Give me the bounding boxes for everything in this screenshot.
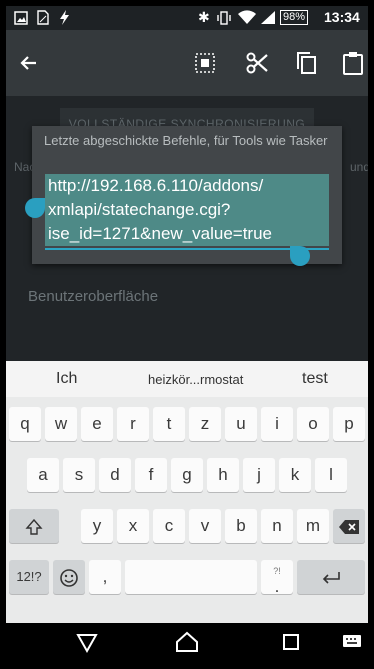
- key-i[interactable]: i: [261, 407, 293, 441]
- phone-screen: ✱ 98% 13:34 VOLLSTÄNDIGE SYNCHRONISIERUN…: [6, 6, 368, 663]
- period-key-label: .: [274, 577, 280, 596]
- paste-icon[interactable]: [338, 48, 368, 78]
- suggestion-1[interactable]: Ich: [56, 370, 77, 388]
- gallery-icon: [14, 11, 28, 25]
- key-f[interactable]: f: [135, 458, 167, 492]
- key-g[interactable]: g: [171, 458, 203, 492]
- clock: 13:34: [324, 9, 360, 25]
- url-line-2: xmlapi/statechange.cgi?: [48, 200, 231, 219]
- document-icon: [37, 10, 49, 25]
- suggestion-3[interactable]: test: [302, 370, 328, 388]
- key-q[interactable]: q: [9, 407, 41, 441]
- comma-key[interactable]: ,: [89, 560, 121, 594]
- url-line-1: http://192.168.6.110/addons/: [48, 176, 264, 195]
- suggestion-bar: Ich heizkör...rmostat test: [6, 361, 368, 397]
- home-nav-icon[interactable]: [174, 629, 200, 655]
- section-user-interface[interactable]: Benutzeroberfläche: [28, 288, 158, 305]
- key-j[interactable]: j: [243, 458, 275, 492]
- shift-icon: [25, 518, 43, 535]
- soft-keyboard: Ich heizkör...rmostat test q w e r t z u…: [6, 361, 368, 623]
- key-v[interactable]: v: [189, 509, 221, 543]
- field-underline: [45, 248, 329, 250]
- enter-icon: [322, 571, 340, 584]
- signal-icon: [261, 11, 275, 24]
- key-d[interactable]: d: [99, 458, 131, 492]
- navigation-bar: [6, 623, 368, 663]
- key-c[interactable]: c: [153, 509, 185, 543]
- space-key[interactable]: [125, 560, 257, 594]
- emoji-icon: [60, 568, 78, 587]
- key-b[interactable]: b: [225, 509, 257, 543]
- back-arrow-icon[interactable]: [14, 48, 44, 78]
- action-bar: [6, 30, 368, 96]
- key-n[interactable]: n: [261, 509, 293, 543]
- key-m[interactable]: m: [297, 509, 329, 543]
- charging-icon: [60, 10, 69, 25]
- key-l[interactable]: l: [315, 458, 347, 492]
- url-line-3: ise_id=1271&new_value=true: [48, 224, 273, 243]
- selection-start-handle[interactable]: [25, 198, 45, 218]
- status-bar: ✱ 98% 13:34: [6, 6, 368, 30]
- back-nav-icon[interactable]: [74, 629, 100, 655]
- shift-key[interactable]: [9, 509, 59, 543]
- cut-icon[interactable]: [242, 48, 272, 78]
- symbols-key[interactable]: 12!?: [9, 560, 49, 594]
- keyboard-switch-icon[interactable]: [342, 633, 362, 651]
- key-h[interactable]: h: [207, 458, 239, 492]
- key-o[interactable]: o: [297, 407, 329, 441]
- recents-nav-icon[interactable]: [278, 629, 304, 655]
- key-w[interactable]: w: [45, 407, 77, 441]
- backspace-key[interactable]: [333, 509, 365, 543]
- key-r[interactable]: r: [117, 407, 149, 441]
- key-e[interactable]: e: [81, 407, 113, 441]
- wifi-icon: [238, 10, 256, 24]
- key-x[interactable]: x: [117, 509, 149, 543]
- key-k[interactable]: k: [279, 458, 311, 492]
- key-s[interactable]: s: [63, 458, 95, 492]
- emoji-key[interactable]: [53, 560, 85, 594]
- selection-end-handle[interactable]: [290, 246, 310, 266]
- vibrate-icon: [217, 11, 231, 25]
- battery-indicator: 98%: [280, 10, 309, 25]
- enter-key[interactable]: [297, 560, 365, 594]
- dialog-title: Letzte abgeschickte Befehle, für Tools w…: [44, 133, 328, 148]
- recent-commands-dialog: Letzte abgeschickte Befehle, für Tools w…: [32, 126, 342, 264]
- suggestion-2[interactable]: heizkör...rmostat: [148, 372, 243, 387]
- key-u[interactable]: u: [225, 407, 257, 441]
- bluetooth-icon: ✱: [198, 9, 210, 25]
- key-a[interactable]: a: [27, 458, 59, 492]
- key-y[interactable]: y: [81, 509, 113, 543]
- setting-text-right: und: [350, 160, 368, 174]
- period-key[interactable]: ?! .: [261, 560, 293, 596]
- key-z[interactable]: z: [189, 407, 221, 441]
- key-t[interactable]: t: [153, 407, 185, 441]
- select-all-icon[interactable]: [190, 48, 220, 78]
- copy-icon[interactable]: [292, 48, 322, 78]
- backspace-icon: [339, 519, 359, 534]
- command-url-field[interactable]: http://192.168.6.110/addons/ xmlapi/stat…: [48, 174, 333, 246]
- key-p[interactable]: p: [333, 407, 365, 441]
